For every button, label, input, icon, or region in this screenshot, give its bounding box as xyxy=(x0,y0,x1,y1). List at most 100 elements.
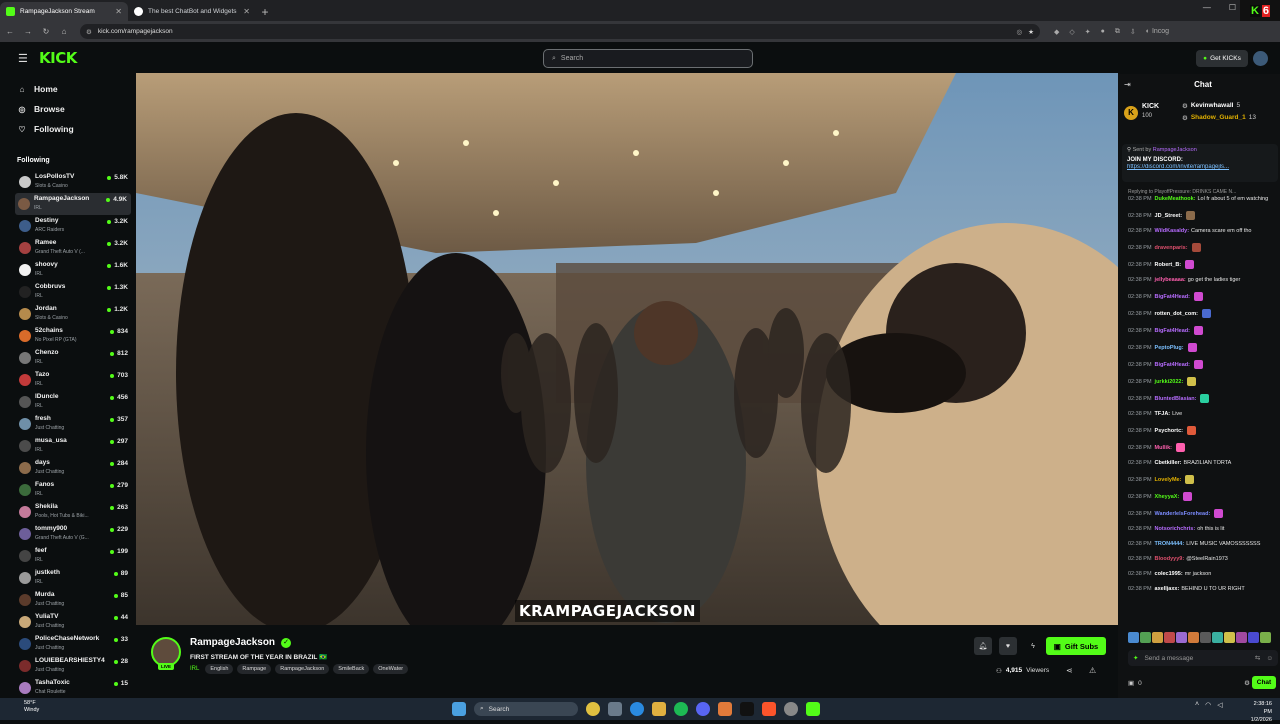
app-icon[interactable] xyxy=(718,702,732,716)
message-username[interactable]: BigFat4Head: xyxy=(1155,362,1190,368)
category-link[interactable]: IRL xyxy=(190,666,199,672)
sidebar-channel[interactable]: PoliceChaseNetwork Just Chatting 33 xyxy=(16,633,132,655)
browser-tab-chatbot[interactable]: The best ChatBot and Widgets ✕ xyxy=(128,2,256,21)
menu-icon[interactable]: ☰ xyxy=(18,52,28,65)
follow-heart-button[interactable]: ♥ xyxy=(999,637,1017,655)
browser-tab-rampage[interactable]: RampageJackson Stream ✕ xyxy=(0,2,128,21)
message-username[interactable]: Cbetkiller: xyxy=(1155,460,1182,466)
emote-icon[interactable] xyxy=(1140,632,1151,643)
incognito-icon[interactable]: ◐ Incog xyxy=(1146,28,1169,36)
weather-widget[interactable]: 58°F Windy xyxy=(24,700,39,714)
sidebar-channel[interactable]: Destiny ARC Raiders 3.2K xyxy=(16,215,132,237)
emote-icon[interactable] xyxy=(1164,632,1175,643)
message-username[interactable]: rotten_dot_com: xyxy=(1155,311,1198,317)
sidebar-channel[interactable]: shoovy IRL 1.6K xyxy=(16,259,132,281)
extension-icon[interactable]: ✦ xyxy=(1085,28,1091,36)
video-player[interactable] xyxy=(136,73,1118,625)
sparkle-icon[interactable]: ✦ xyxy=(1133,654,1138,662)
emote-icon[interactable] xyxy=(1260,632,1271,643)
maximize-icon[interactable]: ☐ xyxy=(1229,3,1236,12)
sidebar-channel[interactable]: musa_usa IRL 297 xyxy=(16,435,132,457)
sidebar-channel[interactable]: Jordan Slots & Casino 1.2K xyxy=(16,303,132,325)
sidebar-item-home[interactable]: ⌂ Home xyxy=(17,84,58,94)
sidebar-channel[interactable]: Fanos IRL 279 xyxy=(16,479,132,501)
streamer-name[interactable]: RampageJackson xyxy=(190,637,275,648)
stream-tag[interactable]: SmileBack xyxy=(333,664,370,674)
eye-off-icon[interactable]: ◎ xyxy=(1017,28,1023,36)
emote-icon[interactable] xyxy=(1248,632,1259,643)
stream-tag[interactable]: OneWater xyxy=(373,664,409,674)
settings-icon[interactable] xyxy=(784,702,798,716)
sidebar-channel[interactable]: RampageJackson IRL 4.9K xyxy=(15,193,131,215)
brave-icon[interactable] xyxy=(762,702,776,716)
message-username[interactable]: JD_Street: xyxy=(1155,213,1183,219)
message-username[interactable]: Psychortc: xyxy=(1155,428,1183,434)
message-username[interactable]: BigFat4Head: xyxy=(1155,294,1190,300)
discord-icon[interactable] xyxy=(696,702,710,716)
emote-icon[interactable] xyxy=(1200,632,1211,643)
emote-icon[interactable] xyxy=(1212,632,1223,643)
sidebar-channel[interactable]: Shekila Pools, Hot Tubs & Biki... 263 xyxy=(16,501,132,523)
message-username[interactable]: jellybeaaaa: xyxy=(1155,277,1186,283)
message-username[interactable]: Mullik: xyxy=(1155,445,1172,451)
sidebar-channel[interactable]: Murda Just Chatting 85 xyxy=(16,589,132,611)
emote-icon[interactable] xyxy=(1236,632,1247,643)
message-username[interactable]: LovelyMe: xyxy=(1155,477,1182,483)
sidebar-channel[interactable]: feef IRL 199 xyxy=(16,545,132,567)
points-icon[interactable]: ▣ xyxy=(1128,679,1134,687)
file-explorer-icon[interactable] xyxy=(652,702,666,716)
task-view-icon[interactable] xyxy=(608,702,622,716)
user-avatar[interactable] xyxy=(1253,51,1268,66)
reload-icon[interactable]: ↻ xyxy=(38,27,54,36)
sidebar-channel[interactable]: YuliaTV Just Chatting 44 xyxy=(16,611,132,633)
message-username[interactable]: DukeMeathook: xyxy=(1155,196,1196,202)
sidebar-channel[interactable]: Cobbruvs IRL 1.3K xyxy=(16,281,132,303)
terminal-icon[interactable] xyxy=(740,702,754,716)
emote-picker-icon[interactable]: ☺ xyxy=(1266,655,1273,662)
volume-icon[interactable]: ◁ xyxy=(1217,701,1222,709)
message-username[interactable]: Robert_B: xyxy=(1155,262,1182,268)
forward-icon[interactable]: → xyxy=(20,27,36,36)
download-icon[interactable]: ⇩ xyxy=(1130,28,1136,36)
sidebar-channel[interactable]: LOUIEBEARSHIESTY4 Just Chatting 28 xyxy=(16,655,132,677)
message-username[interactable]: axelljaxx: xyxy=(1155,586,1180,592)
chat-message-input[interactable]: ✦ Send a message ⇆ ☺ xyxy=(1128,650,1278,666)
sidebar-channel[interactable]: days Just Chatting 284 xyxy=(16,457,132,479)
emote-icon[interactable] xyxy=(1128,632,1139,643)
taskbar-search[interactable]: ⌕ Search xyxy=(474,702,578,716)
emote-icon[interactable] xyxy=(1224,632,1235,643)
sidebar-item-following[interactable]: ♡ Following xyxy=(17,124,73,134)
site-info-icon[interactable]: ⚙ xyxy=(86,28,92,36)
message-username[interactable]: BigFat4Head: xyxy=(1155,328,1190,334)
get-kicks-button[interactable]: ● Get KICKs xyxy=(1196,50,1248,67)
share-icon[interactable]: ⋖ xyxy=(1066,666,1073,675)
message-username[interactable]: TRON4444: xyxy=(1155,541,1185,547)
sidebar-item-browse[interactable]: ◎ Browse xyxy=(17,104,65,114)
stream-tag[interactable]: English xyxy=(205,664,234,674)
sidebar-channel[interactable]: Tazo IRL 703 xyxy=(16,369,132,391)
clip-button[interactable]: ϟ xyxy=(1024,637,1042,655)
kick-logo[interactable]: KICK xyxy=(39,49,77,67)
stream-tag[interactable]: Rampage xyxy=(237,664,272,674)
spotify-icon[interactable] xyxy=(674,702,688,716)
minimize-icon[interactable]: — xyxy=(1203,3,1211,12)
back-icon[interactable]: ← xyxy=(2,27,18,36)
extension-icon[interactable]: ◆ xyxy=(1054,28,1059,36)
chrome-icon[interactable] xyxy=(586,702,600,716)
message-username[interactable]: BluntedBlasian: xyxy=(1155,396,1197,402)
stream-tag[interactable]: RampageJackson xyxy=(275,664,330,674)
sidebar-channel[interactable]: LosPollosTV Slots & Casino 5.8K xyxy=(16,171,132,193)
message-username[interactable]: WanderlelsForehead: xyxy=(1155,511,1211,517)
message-username[interactable]: PeptoPlug: xyxy=(1155,345,1184,351)
sidebar-channel[interactable]: TashaToxic Chat Roulette 15 xyxy=(16,677,132,699)
emote-icon[interactable] xyxy=(1188,632,1199,643)
puzzle-icon[interactable]: ⧉ xyxy=(1115,28,1120,36)
wifi-icon[interactable]: ◠ xyxy=(1205,701,1211,709)
emote-icon[interactable] xyxy=(1152,632,1163,643)
url-field[interactable]: ⚙ kick.com/rampagejackson ◎ ★ xyxy=(80,24,1040,39)
gift-subs-button[interactable]: ▣ Gift Subs xyxy=(1046,637,1106,655)
system-clock[interactable]: 2:38:16 PM 1/2/2026 xyxy=(1244,700,1272,724)
search-input[interactable]: ⌕ Search xyxy=(543,49,753,68)
leaderboard-user[interactable]: ⚙ Shadow_Guard_1 13 xyxy=(1182,114,1256,122)
tray-chevron-icon[interactable]: ˄ xyxy=(1195,701,1199,709)
